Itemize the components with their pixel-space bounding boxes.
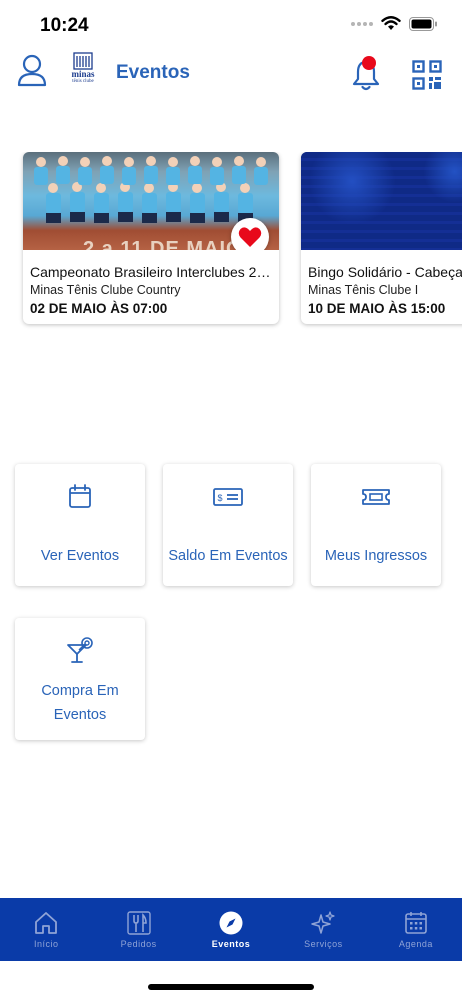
tab-label: Início [33,939,59,949]
logo-subtitle: tênis clube [72,79,94,84]
tile-label: Ver Eventos [40,548,120,564]
page-title: Eventos [116,62,190,83]
notifications-button[interactable] [350,56,382,92]
status-bar: 10:24 [0,0,462,48]
event-image: 2 a 11 DE MAIO [23,152,279,250]
tab-label: Serviços [304,939,343,949]
event-place: Minas Tênis Clube I [308,283,419,297]
tab-label: Agenda [398,939,433,949]
battery-icon [409,16,437,31]
club-logo: minas tênis clube [66,52,100,92]
tile-label: Compra Em Eventos [41,683,119,723]
tab-eventos[interactable]: Eventos [185,898,277,961]
event-image [301,152,462,250]
cutlery-icon [126,911,151,935]
tab-agenda[interactable]: Agenda [370,898,462,961]
event-title: Bingo Solidário - Cabeça d [308,264,462,280]
logo-mark-icon [73,52,93,70]
profile-button[interactable] [16,52,48,88]
qr-code-icon [412,60,442,90]
cocktail-icon [67,637,93,663]
tile-label: Saldo Em Eventos [168,548,288,564]
logo-name: minas [71,69,95,79]
meus-ingressos-tile[interactable]: Meus Ingressos [311,464,441,586]
svg-text:$: $ [218,493,223,503]
calendar-grid-icon [405,912,427,934]
event-title: Campeonato Brasileiro Interclubes 2… [30,264,271,280]
profile-icon [17,54,47,87]
event-card[interactable]: Bingo Solidário - Cabeça d Minas Tênis C… [301,152,462,324]
event-date: 10 DE MAIO ÀS 15:00 [308,301,446,316]
cellular-dots-icon [351,21,373,26]
status-icons [351,16,438,31]
status-time: 10:24 [40,15,89,36]
wifi-icon [381,16,401,30]
tile-label: Meus Ingressos [324,548,428,564]
tab-pedidos[interactable]: Pedidos [92,898,184,961]
app-header: minas tênis clube Eventos [0,48,462,104]
tab-inicio[interactable]: Início [0,898,92,961]
notification-dot [362,56,376,70]
saldo-em-eventos-tile[interactable]: $ Saldo Em Eventos [163,464,293,586]
calendar-icon [69,484,91,508]
tab-label: Pedidos [120,939,157,949]
ticket-icon [362,489,390,505]
tab-servicos[interactable]: Serviços [277,898,369,961]
compra-em-eventos-tile[interactable]: Compra Em Eventos [15,618,145,740]
event-place: Minas Tênis Clube Country [30,283,181,297]
event-card[interactable]: 2 a 11 DE MAIO Campeonato Brasileiro Int… [23,152,279,324]
cheque-icon: $ [213,488,243,506]
home-indicator[interactable] [148,984,314,990]
favorite-button[interactable] [231,218,269,250]
sparkles-icon [311,911,336,934]
compass-icon [219,911,243,935]
home-icon [35,912,58,934]
events-carousel[interactable]: 2 a 11 DE MAIO Campeonato Brasileiro Int… [0,152,462,332]
ver-eventos-tile[interactable]: Ver Eventos [15,464,145,586]
tab-label: Eventos [211,939,251,949]
qr-code-button[interactable] [412,60,442,90]
event-banner-text: 2 a 11 DE MAIO [83,238,243,250]
bottom-tab-bar: Início Pedidos Eventos Serviços Agenda [0,898,462,961]
event-date: 02 DE MAIO ÀS 07:00 [30,301,168,316]
heart-icon [238,227,262,247]
